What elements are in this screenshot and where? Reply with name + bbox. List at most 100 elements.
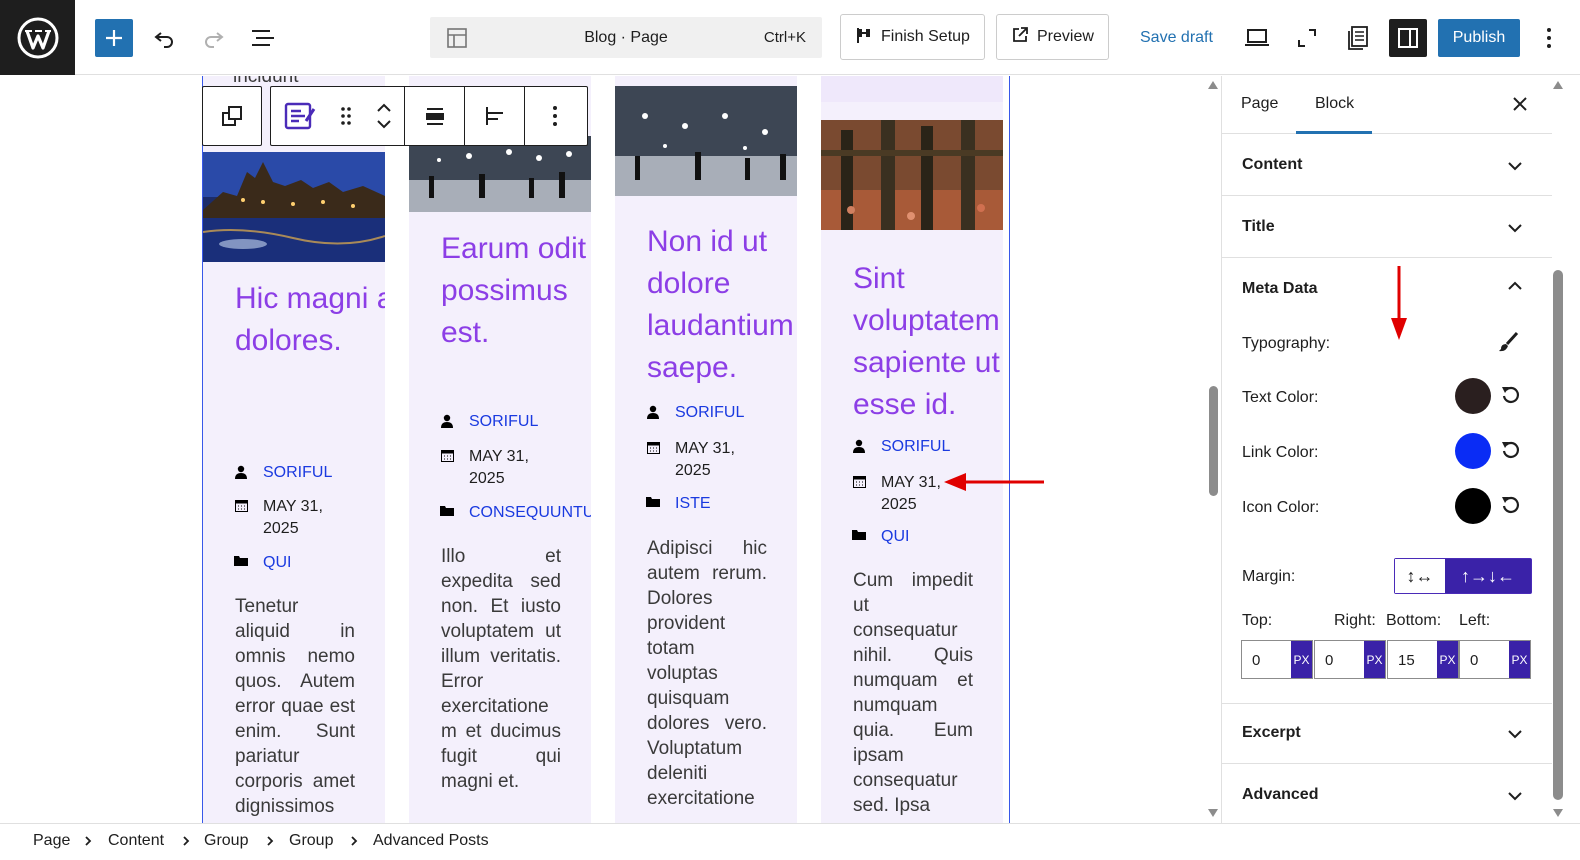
- fullscreen-icon[interactable]: [1288, 19, 1326, 57]
- settings-sidebar: Page Block Content Title Meta Data Typog…: [1221, 76, 1580, 830]
- icon-color-label: Icon Color:: [1242, 499, 1320, 516]
- chevron-up-icon[interactable]: [1507, 278, 1523, 296]
- unit-select[interactable]: PX: [1509, 641, 1530, 678]
- post-card[interactable]: Sint voluptatem sapiente ut esse id. SOR…: [821, 76, 1003, 830]
- move-up-down-icon[interactable]: [363, 87, 405, 145]
- scroll-up-arrow-icon[interactable]: [1552, 80, 1564, 90]
- breadcrumb-item-content[interactable]: Content: [108, 832, 164, 850]
- reset-icon[interactable]: [1500, 439, 1522, 466]
- wordpress-logo-icon[interactable]: [0, 0, 75, 75]
- post-date: MAY 31, 2025: [469, 448, 529, 487]
- options-kebab-icon[interactable]: [1530, 19, 1568, 57]
- panel-content[interactable]: Content: [1222, 134, 1552, 196]
- chevron-down-icon: [1507, 788, 1523, 806]
- post-card[interactable]: incidunt Hic magni ad dolores.: [203, 76, 385, 830]
- post-author-row: SORIFUL: [233, 462, 332, 484]
- canvas-scrollbar-thumb[interactable]: [1209, 386, 1218, 496]
- panel-title[interactable]: Title: [1222, 196, 1552, 258]
- breadcrumb-item-group[interactable]: Group: [204, 832, 248, 850]
- post-author-link[interactable]: SORIFUL: [675, 402, 744, 424]
- desktop-view-icon[interactable]: [1238, 19, 1276, 57]
- post-author-link[interactable]: SORIFUL: [469, 411, 538, 433]
- save-draft-link[interactable]: Save draft: [1140, 29, 1213, 47]
- panel-advanced[interactable]: Advanced: [1222, 764, 1552, 826]
- margin-linked-icon[interactable]: ↕↔: [1395, 559, 1445, 593]
- sidebar-scrollbar-thumb[interactable]: [1553, 270, 1563, 800]
- post-date: MAY 31, 2025: [263, 498, 323, 537]
- breadcrumb-item-group[interactable]: Group: [289, 832, 333, 850]
- post-author-link[interactable]: SORIFUL: [881, 436, 950, 458]
- icon-color-swatch[interactable]: [1455, 488, 1491, 524]
- margin-bottom-label: Bottom:: [1386, 612, 1442, 629]
- external-link-icon: [1011, 26, 1029, 49]
- calendar-icon: [233, 496, 249, 512]
- margin-left-label: Left:: [1459, 612, 1491, 629]
- unit-select[interactable]: PX: [1364, 641, 1385, 678]
- reset-icon[interactable]: [1500, 384, 1522, 411]
- add-block-button[interactable]: [95, 19, 133, 57]
- block-options-icon[interactable]: [525, 87, 585, 145]
- margin-right-input[interactable]: 0 PX: [1314, 640, 1386, 679]
- command-palette-bar[interactable]: Blog · Page Ctrl+K: [430, 17, 822, 58]
- drag-handle-icon[interactable]: [329, 87, 363, 145]
- post-category-link[interactable]: QUI: [881, 526, 909, 548]
- text-color-swatch[interactable]: [1455, 378, 1491, 414]
- styles-document-icon[interactable]: [1340, 19, 1378, 57]
- align-center-icon[interactable]: [405, 87, 465, 145]
- post-title-link[interactable]: Hic magni ad dolores.: [235, 278, 385, 362]
- advanced-posts-block-icon[interactable]: [271, 87, 329, 145]
- undo-icon[interactable]: [145, 19, 183, 57]
- post-category-link[interactable]: QUI: [263, 552, 291, 574]
- post-title-link[interactable]: Sint voluptatem sapiente ut esse id.: [853, 258, 1003, 426]
- breadcrumb-item-page[interactable]: Page: [33, 832, 70, 850]
- margin-link-toggle[interactable]: ↕↔ ↑→↓←: [1394, 558, 1532, 594]
- post-author-link[interactable]: SORIFUL: [263, 462, 332, 484]
- sidebar-tabs: Page Block: [1222, 76, 1552, 134]
- select-parent-icon[interactable]: [203, 87, 261, 145]
- margin-bottom-input[interactable]: 15 PX: [1387, 640, 1459, 679]
- post-card[interactable]: Earum odit in possimus est. SORIFUL MAY …: [409, 76, 591, 830]
- document-overview-icon[interactable]: [244, 19, 282, 57]
- calendar-icon: [439, 446, 455, 462]
- block-parent-group: [202, 86, 262, 146]
- unit-select[interactable]: PX: [1437, 641, 1458, 678]
- scroll-down-arrow-icon[interactable]: [1552, 808, 1564, 818]
- advanced-posts-block[interactable]: incidunt Hic magni ad dolores.: [202, 76, 1010, 830]
- preview-button[interactable]: Preview: [996, 14, 1109, 60]
- sidebar-scrollbar[interactable]: [1550, 80, 1566, 820]
- post-card[interactable]: Non id ut dolore laudantium saepe. SORIF…: [615, 76, 797, 830]
- post-thumbnail[interactable]: [409, 136, 591, 212]
- chevron-right-icon: [182, 834, 190, 852]
- post-category-link[interactable]: ISTE: [675, 493, 711, 515]
- link-color-swatch[interactable]: [1455, 433, 1491, 469]
- panel-meta-data-title[interactable]: Meta Data: [1242, 280, 1318, 298]
- panel-excerpt[interactable]: Excerpt: [1222, 702, 1552, 764]
- post-thumbnail[interactable]: [821, 120, 1003, 230]
- canvas-scrollbar[interactable]: [1206, 80, 1220, 820]
- post-thumbnail[interactable]: [203, 152, 385, 262]
- editor-canvas[interactable]: incidunt Hic magni ad dolores.: [0, 76, 1220, 830]
- justify-left-icon[interactable]: [465, 87, 525, 145]
- post-date: MAY 31, 2025: [881, 474, 941, 513]
- post-title-link[interactable]: Non id ut dolore laudantium saepe.: [647, 221, 797, 389]
- editor-app: Blog · Page Ctrl+K Finish Setup Preview …: [0, 0, 1580, 860]
- margin-individual-icon[interactable]: ↑→↓←: [1445, 559, 1531, 593]
- margin-top-input[interactable]: 0 PX: [1241, 640, 1313, 679]
- tab-page[interactable]: Page: [1241, 95, 1278, 113]
- folder-icon: [439, 502, 455, 516]
- typography-brush-icon[interactable]: [1497, 331, 1519, 358]
- reset-icon[interactable]: [1500, 494, 1522, 521]
- tab-block[interactable]: Block: [1315, 95, 1354, 113]
- scroll-down-arrow-icon[interactable]: [1207, 808, 1219, 818]
- close-icon[interactable]: [1510, 94, 1530, 119]
- redo-icon[interactable]: [195, 19, 233, 57]
- post-title-link[interactable]: Earum odit in possimus est.: [441, 228, 591, 354]
- unit-select[interactable]: PX: [1291, 641, 1312, 678]
- publish-button[interactable]: Publish: [1438, 19, 1520, 57]
- finish-setup-button[interactable]: Finish Setup: [840, 14, 985, 60]
- settings-sidebar-toggle[interactable]: [1389, 19, 1427, 57]
- scroll-up-arrow-icon[interactable]: [1207, 80, 1219, 90]
- post-category-link[interactable]: CONSEQUUNTUR: [469, 502, 591, 524]
- margin-left-input[interactable]: 0 PX: [1459, 640, 1531, 679]
- post-thumbnail[interactable]: [615, 86, 797, 196]
